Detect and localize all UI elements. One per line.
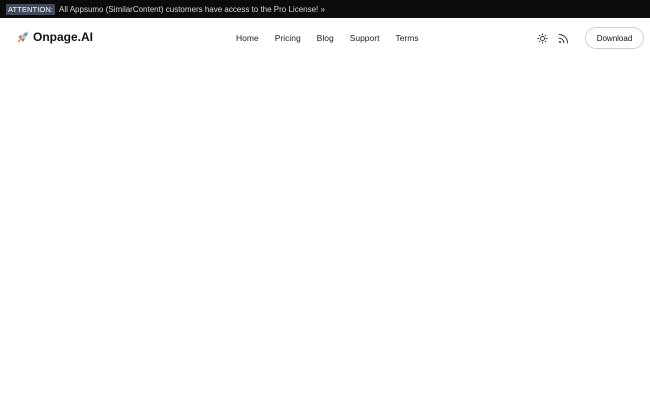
- download-button[interactable]: Download: [585, 27, 644, 49]
- rss-icon: [558, 33, 569, 44]
- nav-pricing[interactable]: Pricing: [275, 32, 301, 44]
- announcement-bar: ATTENTION: All Appsumo (SimilarContent) …: [0, 0, 650, 18]
- nav-terms[interactable]: Terms: [395, 32, 418, 44]
- main-nav: Home Pricing Blog Support Terms: [236, 32, 435, 44]
- brand-logo-link[interactable]: Onpage.AI: [16, 30, 93, 44]
- nav-blog[interactable]: Blog: [317, 32, 334, 44]
- nav-home[interactable]: Home: [236, 32, 259, 44]
- brand-name: Onpage.AI: [33, 30, 94, 44]
- announcement-tag: ATTENTION:: [6, 3, 56, 15]
- theme-toggle-button[interactable]: [535, 31, 549, 45]
- header-tools: [535, 31, 577, 45]
- main-content: [0, 58, 650, 414]
- rss-feed-button[interactable]: [556, 31, 570, 45]
- nav-support[interactable]: Support: [350, 32, 380, 44]
- sun-icon: [536, 32, 548, 44]
- site-header: Onpage.AI Home Pricing Blog Support Term…: [0, 18, 650, 58]
- announcement-link[interactable]: All Appsumo (SimilarContent) customers h…: [59, 4, 325, 15]
- rocket-icon: [16, 30, 30, 44]
